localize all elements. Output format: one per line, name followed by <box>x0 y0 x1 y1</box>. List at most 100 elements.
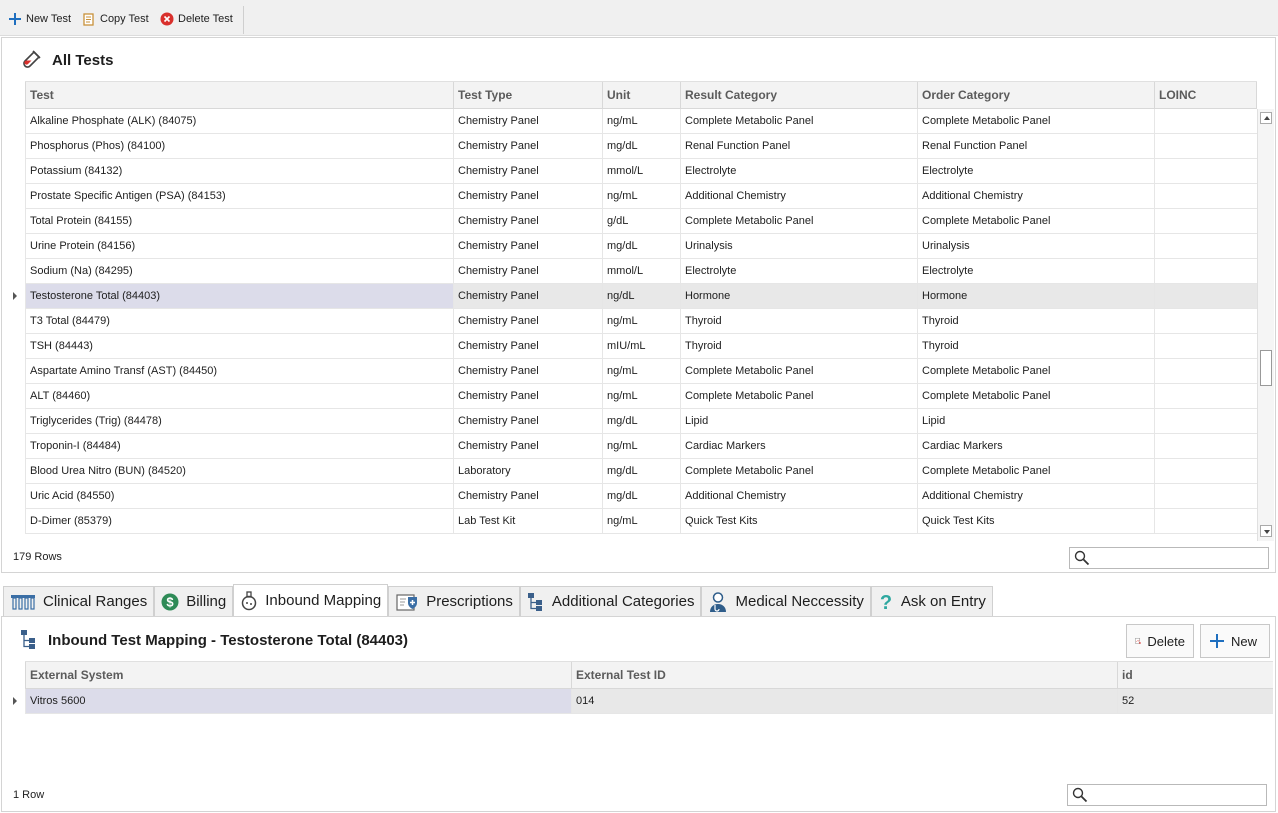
scroll-thumb[interactable] <box>1260 350 1272 386</box>
cell-test-type[interactable]: Lab Test Kit <box>453 509 602 533</box>
cell-unit[interactable]: ng/mL <box>602 434 680 458</box>
cell-order-category[interactable]: Thyroid <box>917 309 1154 333</box>
cell-test-type[interactable]: Chemistry Panel <box>453 284 602 308</box>
column-header-loinc[interactable]: LOINC <box>1154 82 1257 109</box>
column-header-order-category[interactable]: Order Category <box>917 82 1154 109</box>
cell-unit[interactable]: ng/mL <box>602 359 680 383</box>
column-header-unit[interactable]: Unit <box>602 82 680 109</box>
cell-unit[interactable]: mg/dL <box>602 234 680 258</box>
column-header-id[interactable]: id <box>1117 662 1273 689</box>
cell-result-category[interactable]: Additional Chemistry <box>680 484 917 508</box>
cell-result-category[interactable]: Electrolyte <box>680 259 917 283</box>
table-row[interactable]: TSH (84443) Chemistry Panel mIU/mL Thyroid T… <box>25 334 1257 359</box>
cell-order-category[interactable]: Additional Chemistry <box>917 484 1154 508</box>
cell-test[interactable]: ALT (84460) <box>25 384 453 408</box>
cell-loinc[interactable] <box>1154 409 1257 433</box>
table-row[interactable]: Vitros 5600 014 52 <box>25 689 1273 714</box>
cell-unit[interactable]: g/dL <box>602 209 680 233</box>
cell-loinc[interactable] <box>1154 109 1257 133</box>
cell-test-type[interactable]: Chemistry Panel <box>453 359 602 383</box>
cell-test[interactable]: Triglycerides (Trig) (84478) <box>25 409 453 433</box>
cell-test-type[interactable]: Chemistry Panel <box>453 334 602 358</box>
table-row[interactable]: Potassium (84132) Chemistry Panel mmol/L El… <box>25 159 1257 184</box>
cell-loinc[interactable] <box>1154 384 1257 408</box>
cell-loinc[interactable] <box>1154 184 1257 208</box>
mapping-search-input[interactable] <box>1090 786 1262 804</box>
cell-order-category[interactable]: Complete Metabolic Panel <box>917 109 1154 133</box>
cell-loinc[interactable] <box>1154 134 1257 158</box>
cell-order-category[interactable]: Cardiac Markers <box>917 434 1154 458</box>
tab-ask-on-entry[interactable]: ? Ask on Entry <box>870 586 993 616</box>
cell-result-category[interactable]: Complete Metabolic Panel <box>680 109 917 133</box>
cell-unit[interactable]: mg/dL <box>602 459 680 483</box>
cell-test-type[interactable]: Chemistry Panel <box>453 209 602 233</box>
cell-test-type[interactable]: Chemistry Panel <box>453 384 602 408</box>
cell-test-type[interactable]: Chemistry Panel <box>453 259 602 283</box>
cell-test[interactable]: T3 Total (84479) <box>25 309 453 333</box>
cell-test[interactable]: D-Dimer (85379) <box>25 509 453 533</box>
cell-loinc[interactable] <box>1154 484 1257 508</box>
all-tests-search[interactable] <box>1069 547 1269 569</box>
tab-additional-categories[interactable]: Additional Categories <box>519 586 702 616</box>
cell-result-category[interactable]: Additional Chemistry <box>680 184 917 208</box>
cell-test-type[interactable]: Laboratory <box>453 459 602 483</box>
scroll-down-arrow-icon[interactable] <box>1260 525 1272 537</box>
cell-test[interactable]: Prostate Specific Antigen (PSA) (84153) <box>25 184 453 208</box>
cell-test[interactable]: Troponin-I (84484) <box>25 434 453 458</box>
cell-unit[interactable]: mg/dL <box>602 409 680 433</box>
cell-result-category[interactable]: Complete Metabolic Panel <box>680 384 917 408</box>
cell-test[interactable]: Aspartate Amino Transf (AST) (84450) <box>25 359 453 383</box>
cell-external-system[interactable]: Vitros 5600 <box>25 689 571 713</box>
cell-test[interactable]: Total Protein (84155) <box>25 209 453 233</box>
cell-unit[interactable]: ng/mL <box>602 509 680 533</box>
cell-test-type[interactable]: Chemistry Panel <box>453 434 602 458</box>
cell-order-category[interactable]: Lipid <box>917 409 1154 433</box>
cell-unit[interactable]: mg/dL <box>602 134 680 158</box>
cell-result-category[interactable]: Urinalysis <box>680 234 917 258</box>
tab-inbound-mapping[interactable]: Inbound Mapping <box>233 584 389 616</box>
cell-id[interactable]: 52 <box>1117 689 1273 713</box>
table-row[interactable]: Uric Acid (84550) Chemistry Panel mg/dL Add… <box>25 484 1257 509</box>
cell-test-type[interactable]: Chemistry Panel <box>453 234 602 258</box>
tab-prescriptions[interactable]: Prescriptions <box>388 586 520 616</box>
cell-test-type[interactable]: Chemistry Panel <box>453 184 602 208</box>
table-row[interactable]: Blood Urea Nitro (BUN) (84520) Laboratory… <box>25 459 1257 484</box>
cell-loinc[interactable] <box>1154 284 1257 308</box>
cell-order-category[interactable]: Complete Metabolic Panel <box>917 459 1154 483</box>
tab-billing[interactable]: $ Billing <box>154 586 234 616</box>
cell-order-category[interactable]: Renal Function Panel <box>917 134 1154 158</box>
cell-unit[interactable]: mg/dL <box>602 484 680 508</box>
table-row[interactable]: Aspartate Amino Transf (AST) (84450) Chem… <box>25 359 1257 384</box>
cell-unit[interactable]: mIU/mL <box>602 334 680 358</box>
cell-unit[interactable]: ng/mL <box>602 184 680 208</box>
cell-result-category[interactable]: Electrolyte <box>680 159 917 183</box>
cell-result-category[interactable]: Hormone <box>680 284 917 308</box>
cell-result-category[interactable]: Quick Test Kits <box>680 509 917 533</box>
cell-result-category[interactable]: Thyroid <box>680 334 917 358</box>
cell-test-type[interactable]: Chemistry Panel <box>453 109 602 133</box>
cell-loinc[interactable] <box>1154 234 1257 258</box>
cell-test-type[interactable]: Chemistry Panel <box>453 134 602 158</box>
cell-result-category[interactable]: Renal Function Panel <box>680 134 917 158</box>
cell-loinc[interactable] <box>1154 334 1257 358</box>
cell-external-test-id[interactable]: 014 <box>571 689 1117 713</box>
cell-loinc[interactable] <box>1154 309 1257 333</box>
table-row[interactable]: Phosphorus (Phos) (84100) Chemistry Panel… <box>25 134 1257 159</box>
cell-test[interactable]: Potassium (84132) <box>25 159 453 183</box>
cell-unit[interactable]: mmol/L <box>602 259 680 283</box>
cell-result-category[interactable]: Complete Metabolic Panel <box>680 359 917 383</box>
cell-result-category[interactable]: Cardiac Markers <box>680 434 917 458</box>
table-row[interactable]: ALT (84460) Chemistry Panel ng/mL Complete … <box>25 384 1257 409</box>
cell-order-category[interactable]: Hormone <box>917 284 1154 308</box>
cell-loinc[interactable] <box>1154 459 1257 483</box>
column-header-test[interactable]: Test <box>25 82 453 109</box>
cell-order-category[interactable]: Thyroid <box>917 334 1154 358</box>
table-row[interactable]: Triglycerides (Trig) (84478) Chemistry Pa… <box>25 409 1257 434</box>
cell-result-category[interactable]: Complete Metabolic Panel <box>680 209 917 233</box>
cell-loinc[interactable] <box>1154 359 1257 383</box>
tab-clinical-ranges[interactable]: Clinical Ranges <box>3 586 155 616</box>
table-row[interactable]: Urine Protein (84156) Chemistry Panel mg/d… <box>25 234 1257 259</box>
tab-medical-necessity[interactable]: Medical Neccessity <box>701 586 871 616</box>
cell-order-category[interactable]: Complete Metabolic Panel <box>917 209 1154 233</box>
cell-loinc[interactable] <box>1154 509 1257 533</box>
